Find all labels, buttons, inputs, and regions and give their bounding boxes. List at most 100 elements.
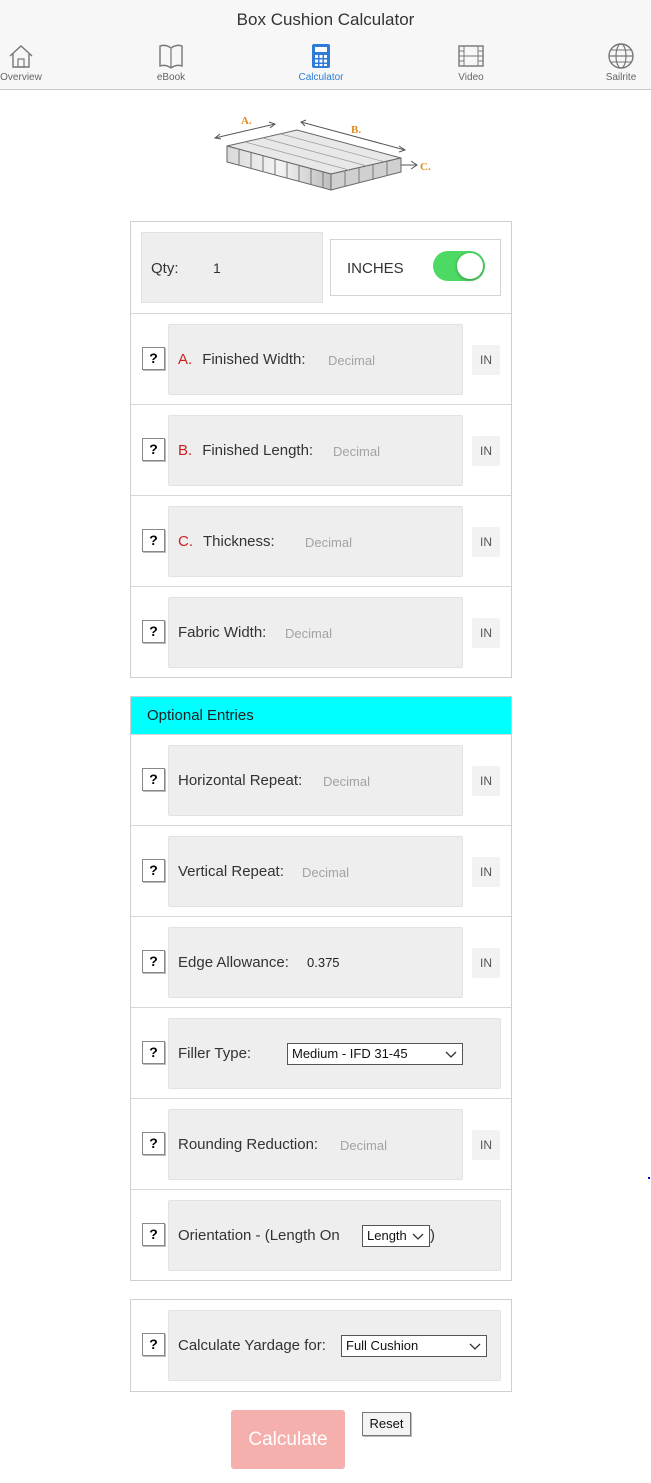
edge-allowance-label: Edge Allowance:	[178, 954, 289, 971]
fabric-width-label: Fabric Width:	[178, 624, 267, 641]
tab-overview[interactable]: Overview	[0, 42, 56, 83]
thickness-input[interactable]: Decimal	[305, 535, 352, 550]
book-icon	[159, 44, 183, 69]
tab-label: Video	[458, 72, 484, 83]
unit-indicator: IN	[472, 436, 500, 466]
yardage-panel: ? Calculate Yardage for: Full Cushion	[130, 1299, 512, 1392]
globe-icon	[608, 43, 634, 69]
reset-button[interactable]: Reset	[362, 1412, 411, 1436]
dimension-letter: C.	[178, 533, 193, 550]
filler-type-field: Filler Type: Medium - IFD 31-45	[168, 1018, 501, 1089]
fabric-width-input[interactable]: Decimal	[285, 626, 332, 641]
vertical-repeat-input[interactable]: Decimal	[302, 865, 349, 880]
qty-field[interactable]: Qty: 1	[141, 232, 323, 303]
thickness-row: ? C. Thickness: Decimal IN	[131, 495, 511, 586]
rounding-reduction-field[interactable]: Rounding Reduction: Decimal	[168, 1109, 463, 1180]
film-icon	[458, 45, 484, 67]
toggle-knob	[457, 253, 483, 279]
orientation-selected: Length	[367, 1228, 407, 1243]
horizontal-repeat-label: Horizontal Repeat:	[178, 772, 303, 789]
help-button[interactable]: ?	[142, 529, 165, 552]
yardage-selected: Full Cushion	[346, 1338, 419, 1353]
rounding-reduction-row: ? Rounding Reduction: Decimal IN	[131, 1098, 511, 1189]
help-button[interactable]: ?	[142, 950, 165, 973]
edge-allowance-row: ? Edge Allowance: 0.375 IN	[131, 916, 511, 1007]
finished-width-row: ? A. Finished Width: Decimal IN	[131, 313, 511, 404]
help-button[interactable]: ?	[142, 1132, 165, 1155]
cushion-diagram: A. B. C.	[213, 115, 431, 191]
home-icon	[9, 45, 33, 68]
unit-indicator: IN	[472, 857, 500, 887]
tab-ebook[interactable]: eBook	[136, 42, 206, 83]
fabric-width-field[interactable]: Fabric Width: Decimal	[168, 597, 463, 668]
tab-label: Calculator	[298, 72, 344, 83]
cushion-shape	[226, 129, 402, 191]
chevron-down-icon	[469, 1343, 481, 1350]
unit-indicator: IN	[472, 345, 500, 375]
horizontal-repeat-input[interactable]: Decimal	[323, 774, 370, 789]
dimension-letter: A.	[178, 351, 193, 368]
app-title: Box Cushion Calculator	[236, 10, 415, 29]
rounding-reduction-input[interactable]: Decimal	[340, 1138, 387, 1153]
qty-value[interactable]: 1	[213, 260, 221, 276]
tab-sailrite[interactable]: Sailrite	[586, 42, 651, 83]
filler-type-row: ? Filler Type: Medium - IFD 31-45	[131, 1007, 511, 1098]
label-a: A.	[241, 115, 252, 127]
yardage-label: Calculate Yardage for:	[178, 1337, 326, 1354]
edge-allowance-field[interactable]: Edge Allowance: 0.375	[168, 927, 463, 998]
vertical-repeat-label: Vertical Repeat:	[178, 863, 284, 880]
vertical-repeat-field[interactable]: Vertical Repeat: Decimal	[168, 836, 463, 907]
finished-length-row: ? B. Finished Length: Decimal IN	[131, 404, 511, 495]
help-button[interactable]: ?	[142, 859, 165, 882]
rounding-reduction-label: Rounding Reduction:	[178, 1136, 319, 1153]
thickness-label: C. Thickness:	[178, 533, 275, 550]
label-b: B.	[351, 124, 361, 136]
filler-type-label: Filler Type:	[178, 1045, 252, 1062]
yardage-row: ? Calculate Yardage for: Full Cushion	[131, 1300, 511, 1391]
stray-dot	[648, 1177, 650, 1179]
units-label: INCHES	[347, 260, 404, 277]
tab-label: Sailrite	[605, 72, 637, 83]
chevron-down-icon	[412, 1233, 424, 1240]
yardage-select[interactable]: Full Cushion	[341, 1335, 487, 1357]
help-button[interactable]: ?	[142, 768, 165, 791]
optional-entries-panel: Optional Entries ? Horizontal Repeat: De…	[130, 696, 512, 1281]
help-button[interactable]: ?	[142, 1333, 165, 1356]
horizontal-repeat-row: ? Horizontal Repeat: Decimal IN	[131, 734, 511, 825]
qty-units-row: Qty: 1 INCHES	[131, 222, 511, 313]
calculate-button[interactable]: Calculate	[231, 1410, 345, 1469]
orientation-select[interactable]: Length	[362, 1225, 430, 1247]
label-c: C.	[420, 161, 431, 173]
tab-calculator[interactable]: Calculator	[286, 42, 356, 83]
unit-indicator: IN	[472, 1130, 500, 1160]
finished-width-field[interactable]: A. Finished Width: Decimal	[168, 324, 463, 395]
orientation-label: Orientation - (Length On	[178, 1227, 340, 1244]
required-entries-panel: Qty: 1 INCHES ? A. Finished Width: Decima…	[130, 221, 512, 678]
help-button[interactable]: ?	[142, 620, 165, 643]
horizontal-repeat-field[interactable]: Horizontal Repeat: Decimal	[168, 745, 463, 816]
top-navigation-bar: Box Cushion Calculator Overview eBook Ca…	[0, 0, 651, 90]
thickness-field[interactable]: C. Thickness: Decimal	[168, 506, 463, 577]
tab-label: eBook	[156, 72, 186, 83]
orientation-field: Orientation - (Length On Length )	[168, 1200, 501, 1271]
finished-length-field[interactable]: B. Finished Length: Decimal	[168, 415, 463, 486]
finished-width-input[interactable]: Decimal	[328, 353, 375, 368]
help-button[interactable]: ?	[142, 347, 165, 370]
tab-label: Overview	[0, 72, 42, 83]
unit-indicator: IN	[472, 527, 500, 557]
unit-indicator: IN	[472, 948, 500, 978]
help-button[interactable]: ?	[142, 1223, 165, 1246]
units-toggle-box: INCHES	[330, 239, 501, 296]
dimension-letter: B.	[178, 442, 193, 459]
finished-length-input[interactable]: Decimal	[333, 444, 380, 459]
edge-allowance-input[interactable]: 0.375	[307, 955, 340, 970]
units-toggle[interactable]	[433, 251, 485, 281]
tab-video[interactable]: Video	[436, 42, 506, 83]
filler-type-select[interactable]: Medium - IFD 31-45	[287, 1043, 463, 1065]
orientation-close-paren: )	[430, 1227, 435, 1244]
filler-type-selected: Medium - IFD 31-45	[292, 1046, 408, 1061]
help-button[interactable]: ?	[142, 438, 165, 461]
help-button[interactable]: ?	[142, 1041, 165, 1064]
calculator-icon	[312, 44, 330, 68]
fabric-width-row: ? Fabric Width: Decimal IN	[131, 586, 511, 677]
